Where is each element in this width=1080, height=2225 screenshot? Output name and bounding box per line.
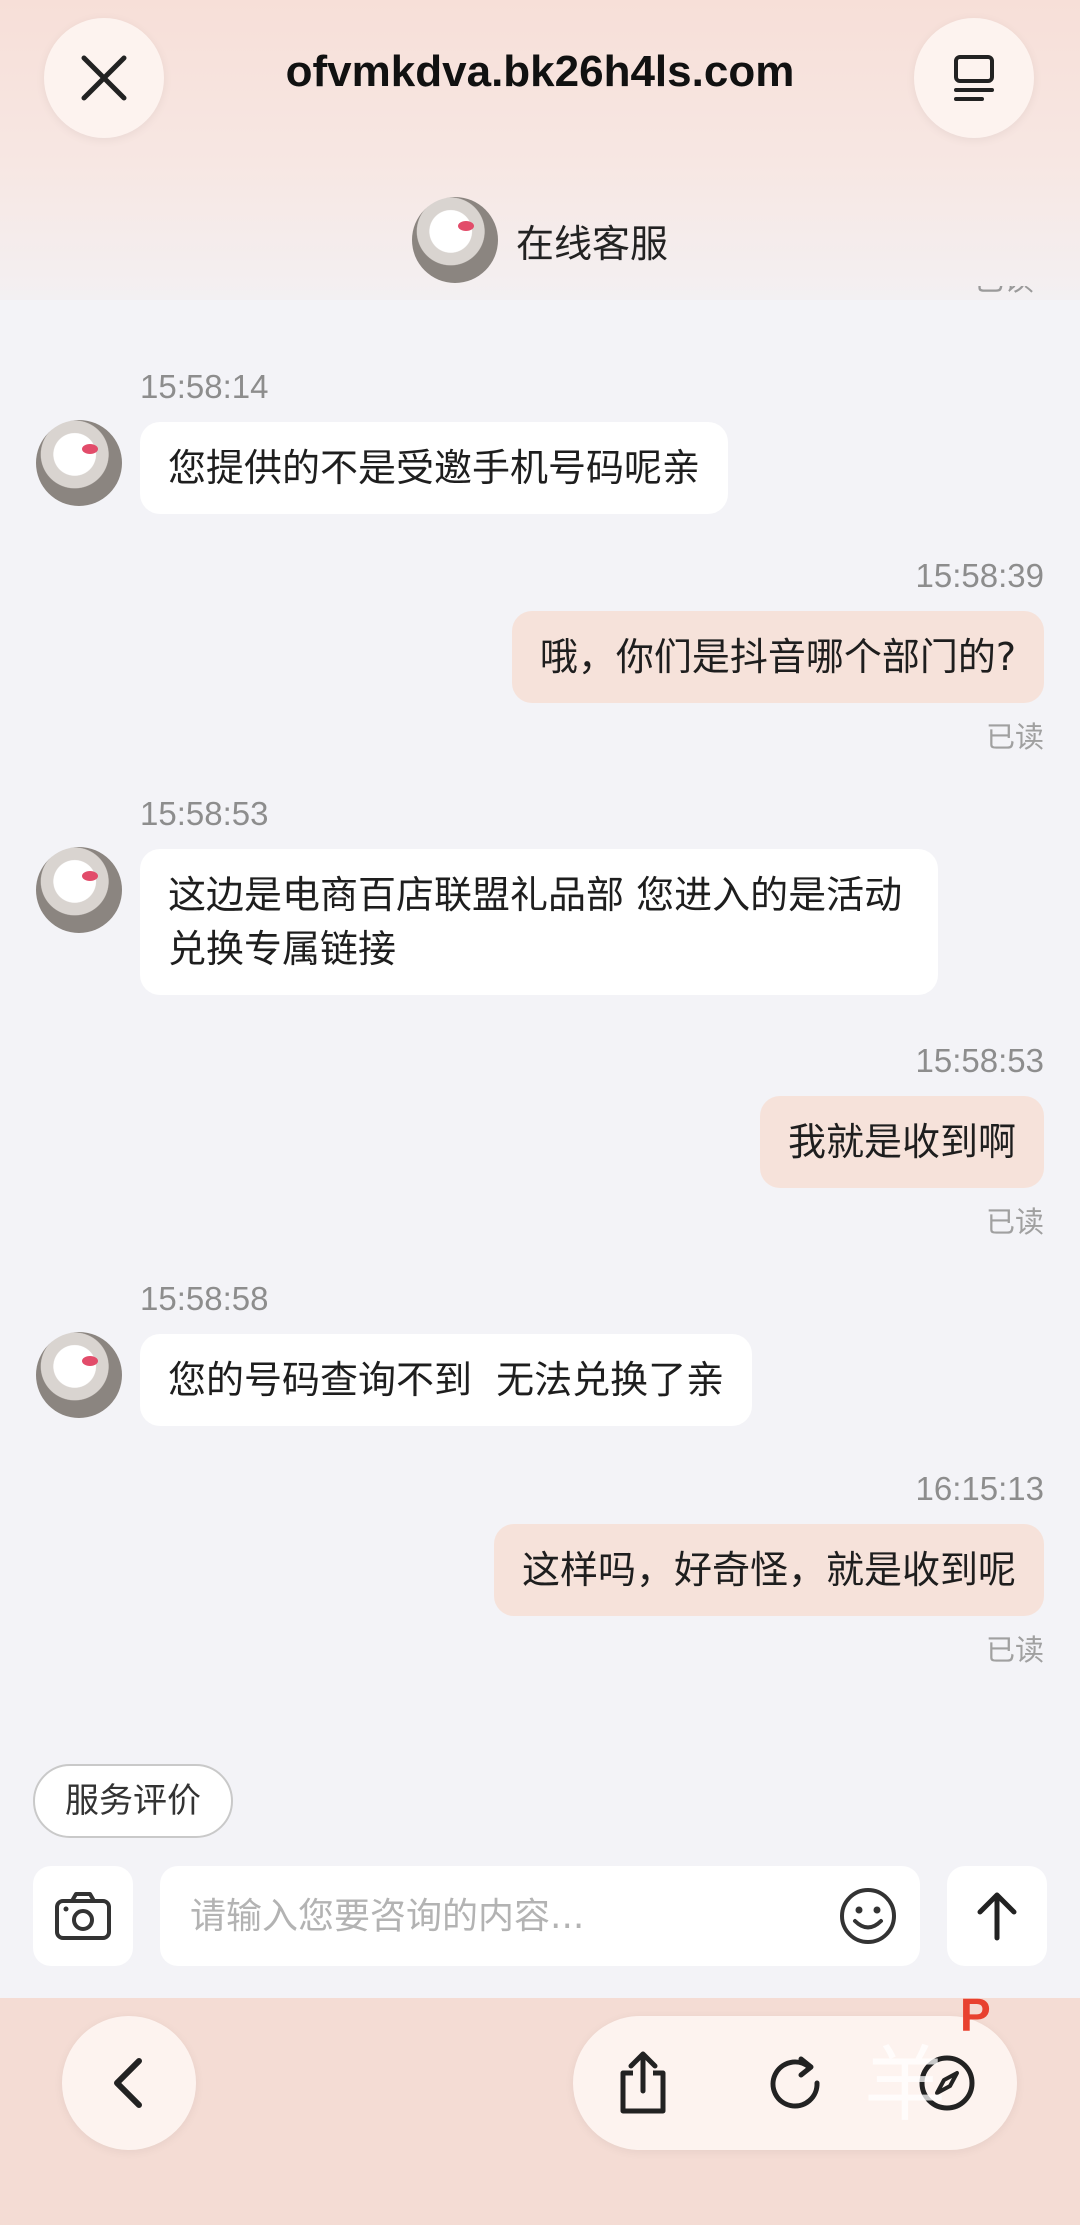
service-rating-button[interactable]: 服务评价: [33, 1764, 233, 1838]
chat-header: 在线客服: [0, 195, 1080, 285]
message-timestamp: 15:58:58: [140, 1280, 269, 1317]
reload-button[interactable]: [755, 2043, 835, 2123]
read-status: 已读: [985, 720, 1044, 754]
message-timestamp: 15:58:39: [915, 557, 1044, 594]
message-timestamp: 15:58:53: [915, 1042, 1044, 1079]
message-bubble: 这样吗，好奇怪，就是收到呢: [493, 1524, 1044, 1616]
message-bubble: 哦，你们是抖音哪个部门的?: [511, 611, 1044, 703]
close-button[interactable]: [44, 18, 164, 138]
message-timestamp: 15:58:14: [140, 368, 269, 405]
message-timestamp: 15:58:53: [140, 795, 269, 832]
message-timestamp: 16:15:13: [915, 1470, 1044, 1507]
read-status-partial: 已读: [974, 286, 1044, 320]
send-button[interactable]: [947, 1866, 1047, 1966]
message-bubble: 您提供的不是受邀手机号码呢亲: [140, 422, 729, 514]
composer: [0, 1866, 1080, 1966]
agent-avatar: [36, 420, 122, 506]
message-input[interactable]: [190, 1886, 820, 1946]
share-icon: [620, 2051, 666, 2114]
camera-icon: [55, 1892, 111, 1940]
chevron-left-icon: [114, 2058, 142, 2108]
watermark-badge: P: [960, 1989, 991, 2041]
menu-icon: [954, 55, 994, 101]
url-label: ofvmkdva.bk26h4ls.com: [285, 47, 795, 96]
agent-avatar: [411, 197, 498, 283]
read-status: 已读: [985, 1205, 1044, 1239]
share-button[interactable]: [603, 2043, 683, 2123]
watermark-logo: 羊: [863, 2038, 946, 2133]
message-input-box[interactable]: [160, 1866, 920, 1966]
agent-avatar: [36, 1332, 122, 1418]
camera-button[interactable]: [33, 1866, 133, 1966]
back-button[interactable]: [62, 2016, 196, 2150]
agent-avatar: [36, 847, 122, 933]
reload-icon: [770, 2056, 820, 2109]
arrow-up-icon: [977, 1892, 1017, 1941]
close-icon: [81, 55, 127, 101]
menu-button[interactable]: [914, 18, 1034, 138]
emoji-icon[interactable]: [838, 1886, 898, 1946]
read-status: 已读: [985, 1633, 1044, 1667]
message-bubble: 我就是收到啊: [759, 1096, 1044, 1188]
message-bubble: 这边是电商百店联盟礼品部 您进入的是活动兑换专属链接: [140, 849, 938, 995]
agent-name: 在线客服: [515, 221, 668, 266]
message-bubble: 您的号码查询不到 无法兑换了亲: [140, 1334, 753, 1426]
